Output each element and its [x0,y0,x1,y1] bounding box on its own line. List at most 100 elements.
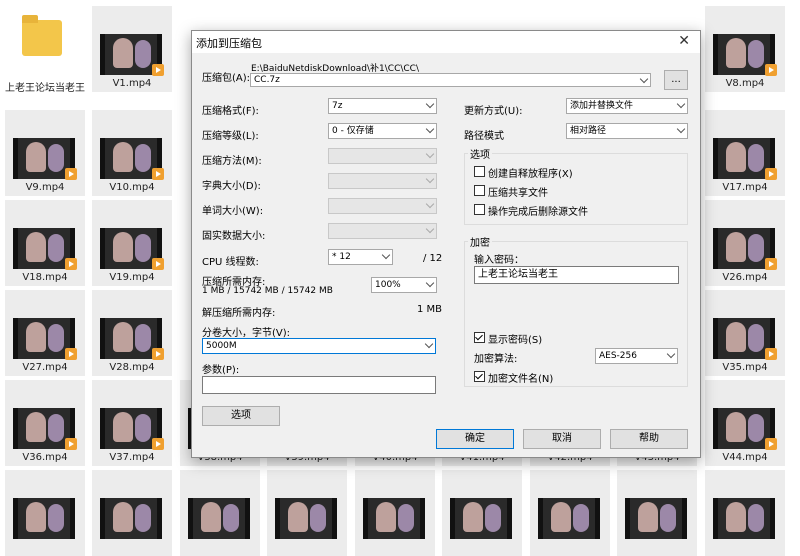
file-item[interactable] [530,470,610,556]
video-thumbnail [275,498,337,539]
file-item[interactable]: V10.mp4 [92,110,172,196]
options-button[interactable]: 选项 [202,406,280,426]
file-item[interactable]: V36.mp4 [5,380,85,466]
file-item[interactable]: V17.mp4 [705,110,785,196]
file-item[interactable] [705,470,785,556]
file-item[interactable]: V44.mp4 [705,380,785,466]
method-label: 压缩方法(M): [202,156,262,167]
video-badge-icon [152,64,164,76]
video-badge-icon [65,258,77,270]
file-item[interactable] [617,470,697,556]
file-item[interactable]: V27.mp4 [5,290,85,376]
cancel-button[interactable]: 取消 [523,429,601,449]
enc-method-select[interactable]: AES-256 [595,348,678,364]
file-item[interactable]: V26.mp4 [705,200,785,286]
file-item[interactable]: V28.mp4 [92,290,172,376]
file-item[interactable]: V37.mp4 [92,380,172,466]
chevron-down-icon [666,349,676,359]
encrypt-names-checkbox[interactable] [474,371,485,382]
file-item[interactable] [267,470,347,556]
threads-value: * 12 [332,252,351,262]
file-name: V10.mp4 [109,182,155,193]
archive-name-combo[interactable]: CC.7z [250,73,651,87]
file-name: V1.mp4 [112,78,152,89]
solid-select[interactable] [328,223,437,239]
ok-button[interactable]: 确定 [436,429,514,449]
file-item[interactable]: V8.mp4 [705,6,785,92]
dialog-title: 添加到压缩包 [196,37,262,50]
close-icon[interactable]: ✕ [678,33,690,49]
video-thumbnail [538,498,600,539]
chevron-down-icon [425,99,435,109]
shared-checkbox[interactable] [474,185,485,196]
file-item[interactable]: V19.mp4 [92,200,172,286]
video-badge-icon [765,64,777,76]
chevron-down-icon [425,224,435,234]
folder-name: 上老王论坛当老王 [5,83,85,94]
video-thumbnail [450,498,512,539]
chevron-down-icon [676,124,686,134]
file-item[interactable]: V35.mp4 [705,290,785,376]
video-badge-icon [765,348,777,360]
method-select[interactable] [328,148,437,164]
file-name: V26.mp4 [722,272,768,283]
dialog-titlebar[interactable]: 添加到压缩包 ✕ [192,31,700,53]
chevron-down-icon [425,278,435,288]
file-name: V37.mp4 [109,452,155,463]
options-group-title: 选项 [468,146,492,161]
file-item[interactable] [5,470,85,556]
dict-label: 字典大小(D): [202,181,261,192]
file-item[interactable]: V18.mp4 [5,200,85,286]
level-select[interactable]: 0 - 仅存储 [328,123,437,139]
video-thumbnail [188,498,250,539]
video-badge-icon [765,258,777,270]
update-select[interactable]: 添加并替换文件 [566,98,688,114]
file-item[interactable]: V1.mp4 [92,6,172,92]
show-password-checkbox[interactable] [474,332,485,343]
password-label: 输入密码： [474,255,524,266]
threads-label: CPU 线程数: [202,257,259,268]
video-thumbnail [363,498,425,539]
word-select[interactable] [328,198,437,214]
format-select[interactable]: 7z [328,98,437,114]
video-badge-icon [152,348,164,360]
video-badge-icon [765,168,777,180]
folder-item[interactable]: 上老王论坛当老王 [0,6,90,108]
format-label: 压缩格式(F): [202,106,259,117]
volume-combo[interactable]: 5000M [202,338,436,354]
video-badge-icon [65,438,77,450]
video-thumbnail [100,498,162,539]
update-value: 添加并替换文件 [570,101,634,111]
video-badge-icon [152,168,164,180]
delete-checkbox[interactable] [474,204,485,215]
chevron-down-icon [424,339,434,349]
archive-label: 压缩包(A): [202,73,251,84]
video-badge-icon [152,258,164,270]
file-item[interactable] [355,470,435,556]
threads-select[interactable]: * 12 [328,249,393,265]
word-label: 单词大小(W): [202,206,264,217]
dict-select[interactable] [328,173,437,189]
chevron-down-icon [425,124,435,134]
file-item[interactable] [442,470,522,556]
video-thumbnail [713,498,775,539]
sfx-checkbox[interactable] [474,166,485,177]
mem-percent-select[interactable]: 100% [371,277,437,293]
chevron-down-icon [425,149,435,159]
file-item[interactable] [92,470,172,556]
file-item[interactable] [180,470,260,556]
params-input[interactable] [202,376,436,394]
enc-method-label: 加密算法: [474,354,518,365]
threads-max: / 12 [423,253,443,264]
help-button[interactable]: 帮助 [610,429,688,449]
update-label: 更新方式(U): [464,106,523,117]
file-name: V28.mp4 [109,362,155,373]
password-input[interactable]: 上老王论坛当老王 [474,266,679,284]
file-item[interactable]: V9.mp4 [5,110,85,196]
video-badge-icon [65,348,77,360]
path-select[interactable]: 相对路径 [566,123,688,139]
browse-button[interactable]: ... [664,70,688,90]
chevron-down-icon [425,174,435,184]
file-name: V36.mp4 [22,452,68,463]
encryption-group-title: 加密 [468,234,492,249]
